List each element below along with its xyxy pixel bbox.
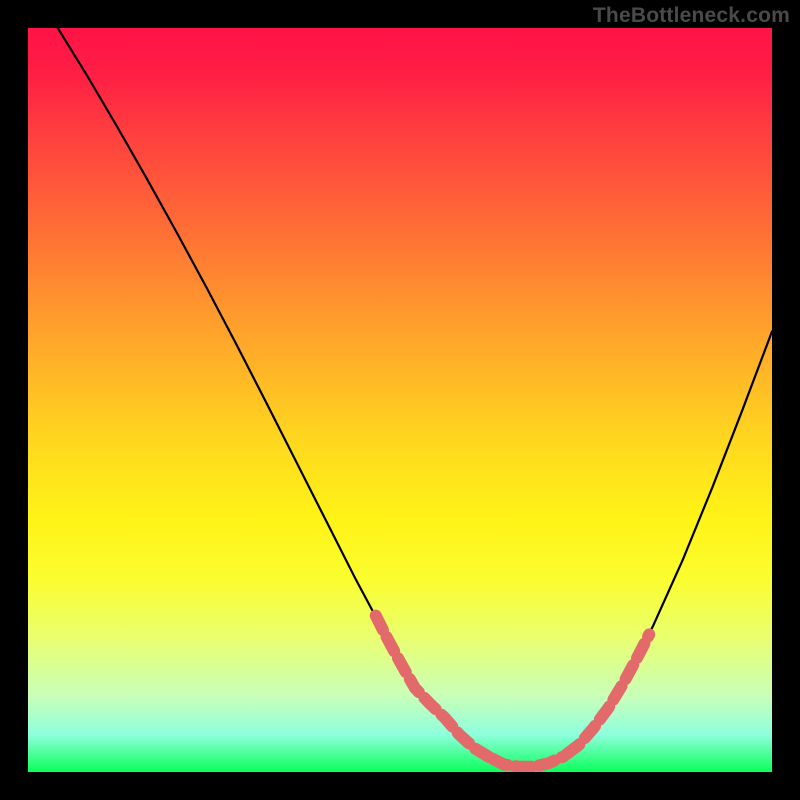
- curve-layer: [28, 28, 772, 772]
- accent-segment-right: [564, 634, 650, 756]
- accent-segment-bottom: [489, 756, 563, 766]
- chart-frame: TheBottleneck.com: [0, 0, 800, 800]
- plot-area: [28, 28, 772, 772]
- bottleneck-curve: [58, 28, 772, 767]
- accent-segment-left: [374, 612, 489, 757]
- watermark-text: TheBottleneck.com: [593, 4, 790, 28]
